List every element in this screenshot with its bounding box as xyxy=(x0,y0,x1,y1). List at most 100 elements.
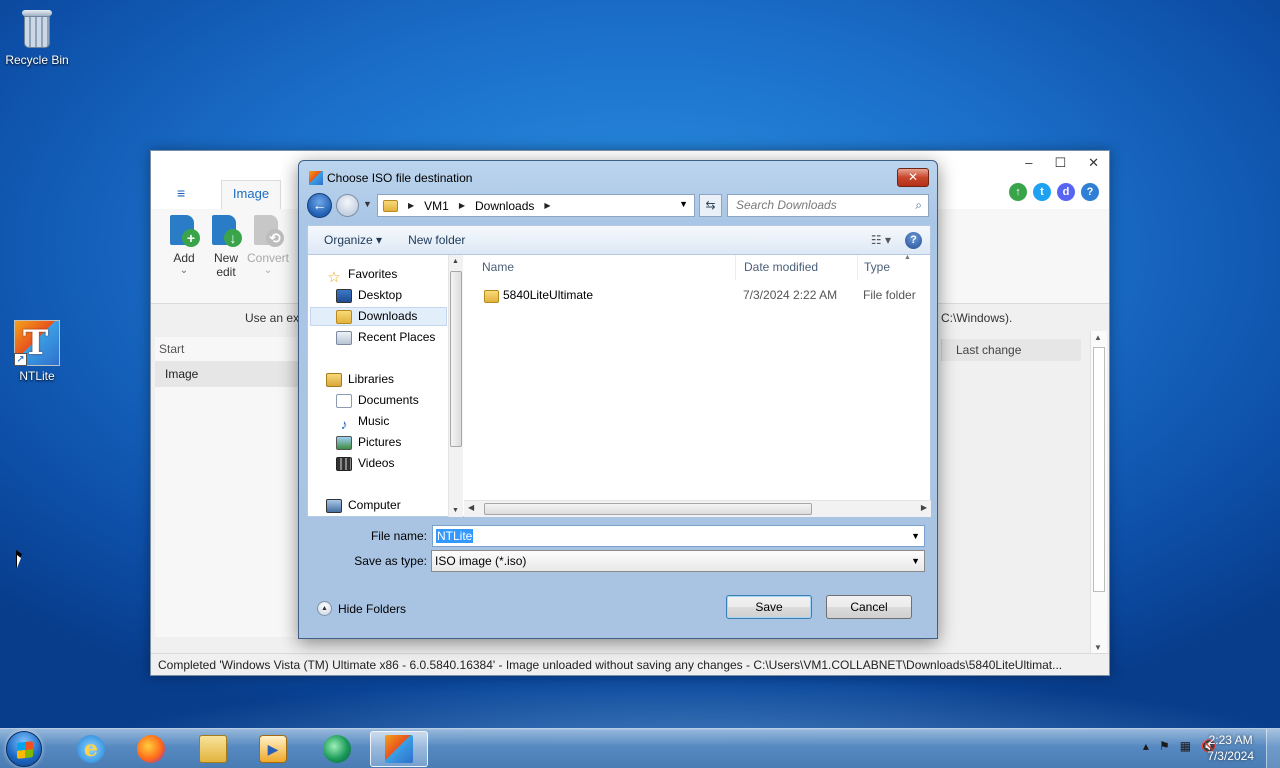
taskbar-app-firefox[interactable] xyxy=(122,731,180,767)
nav-computer[interactable]: Computer xyxy=(326,496,401,515)
forward-button[interactable] xyxy=(336,194,359,217)
favorites-star-icon: ☆ xyxy=(327,268,341,286)
nav-documents[interactable]: Documents xyxy=(336,391,419,410)
taskbar-app-internet-explorer[interactable]: e xyxy=(62,731,120,767)
ntlite-label: NTLite xyxy=(19,369,55,383)
new-folder-button[interactable]: New folder xyxy=(392,233,475,247)
dialog-titlebar: Choose ISO file destination xyxy=(309,171,472,185)
column-last-change[interactable]: Last change xyxy=(941,339,1081,361)
cancel-button[interactable]: Cancel xyxy=(826,595,912,619)
column-date-modified[interactable]: Date modified xyxy=(738,255,858,280)
desktop-icon-recycle-bin[interactable]: Recycle Bin xyxy=(0,6,74,67)
taskbar-app-disk-utility[interactable] xyxy=(308,731,366,767)
network-icon[interactable]: ▦ xyxy=(1180,739,1191,753)
nav-pictures[interactable]: Pictures xyxy=(336,433,401,452)
nav-libraries[interactable]: Libraries xyxy=(326,370,394,389)
scroll-up-icon[interactable]: ▲ xyxy=(1094,333,1102,342)
add-button[interactable]: + Add ⌄ xyxy=(161,215,207,276)
address-dropdown-icon[interactable]: ▼ xyxy=(679,199,688,209)
search-box[interactable]: Search Downloads ⌕ xyxy=(727,194,929,217)
save-as-type-select[interactable]: ISO image (*.iso) ▼ xyxy=(431,550,925,572)
recent-pages-dropdown-icon[interactable]: ▼ xyxy=(363,199,372,209)
show-desktop-button[interactable] xyxy=(1266,729,1280,768)
file-row[interactable]: 5840LiteUltimate 7/3/2024 2:22 AM File f… xyxy=(474,286,924,308)
action-center-flag-icon[interactable]: ⚑ xyxy=(1159,739,1170,753)
hide-folders-button[interactable]: ▲ Hide Folders xyxy=(317,601,406,616)
system-tray: ▴ ⚑ ▦ 🔇 xyxy=(1143,739,1216,753)
file-name-value[interactable]: NTLite xyxy=(436,529,474,543)
scroll-down-icon[interactable]: ▼ xyxy=(1094,643,1102,652)
file-browser: ☆ Favorites Desktop Downloads Recent Plac… xyxy=(307,254,931,517)
nav-downloads[interactable]: Downloads xyxy=(310,307,447,326)
convert-button[interactable]: ⟲ Convert ⌄ xyxy=(245,215,291,276)
ntlite-app-icon xyxy=(309,171,323,185)
scroll-right-icon[interactable]: ▶ xyxy=(921,503,927,512)
new-edit-button[interactable]: ↓ New edit xyxy=(203,215,249,279)
chevron-right-icon[interactable]: ▶ xyxy=(459,201,465,210)
maximize-button[interactable]: ☐ xyxy=(1054,155,1066,171)
nav-videos[interactable]: Videos xyxy=(336,454,394,473)
nav-music[interactable]: ♪ Music xyxy=(336,412,390,432)
scroll-down-icon[interactable]: ▼ xyxy=(452,507,459,514)
breadcrumb-downloads[interactable]: Downloads xyxy=(475,199,534,213)
scroll-left-icon[interactable]: ◀ xyxy=(468,503,474,512)
update-arrow-icon[interactable]: ↑ xyxy=(1009,183,1027,201)
twitter-icon[interactable]: t xyxy=(1033,183,1051,201)
media-player-icon: ▶ xyxy=(259,735,287,763)
nav-recent-places[interactable]: Recent Places xyxy=(336,328,435,347)
chevron-right-icon[interactable]: ▶ xyxy=(544,201,550,210)
back-button[interactable]: ← xyxy=(307,193,332,218)
file-name-field[interactable]: NTLite ▼ xyxy=(432,525,925,547)
file-date: 7/3/2024 2:22 AM xyxy=(743,288,838,302)
change-view-icon[interactable]: ☷ ▾ xyxy=(871,233,891,247)
search-input[interactable]: Search Downloads xyxy=(736,198,837,212)
new-edit-icon: ↓ xyxy=(210,215,242,247)
taskbar-app-file-explorer[interactable] xyxy=(184,731,242,767)
column-name[interactable]: Name xyxy=(476,255,736,280)
new-edit-label: New edit xyxy=(213,251,238,279)
navigation-scroll-thumb[interactable] xyxy=(450,271,462,447)
add-image-icon: + xyxy=(168,215,200,247)
address-bar[interactable]: ▶ VM1 ▶ Downloads ▶ ▼ xyxy=(377,194,695,217)
folder-icon xyxy=(484,290,499,303)
nav-favorites[interactable]: ☆ Favorites xyxy=(326,265,397,286)
breadcrumb-vm1[interactable]: VM1 xyxy=(424,199,449,213)
scrollbar-thumb[interactable] xyxy=(1093,347,1105,592)
discord-icon[interactable]: d xyxy=(1057,183,1075,201)
search-icon[interactable]: ⌕ xyxy=(915,195,922,216)
help-icon[interactable]: ? xyxy=(905,231,922,249)
save-button[interactable]: Save xyxy=(726,595,812,619)
scroll-up-icon[interactable]: ▲ xyxy=(452,258,459,265)
refresh-button[interactable]: ⇆ xyxy=(699,194,722,217)
start-pane: Start Image xyxy=(155,337,301,637)
chevron-down-icon[interactable]: ▼ xyxy=(911,551,920,571)
organize-button[interactable]: Organize ▾ xyxy=(308,233,392,247)
horizontal-scroll-thumb[interactable] xyxy=(484,503,812,515)
taskbar-app-media-player[interactable]: ▶ xyxy=(244,731,302,767)
nav-desktop[interactable]: Desktop xyxy=(336,286,402,305)
desktop-icon-ntlite[interactable]: ↗ NTLite xyxy=(0,320,74,383)
file-name-dropdown-icon[interactable]: ▼ xyxy=(911,526,920,546)
add-dropdown-icon[interactable]: ⌄ xyxy=(161,265,207,276)
convert-dropdown-icon[interactable]: ⌄ xyxy=(245,265,291,276)
main-scrollbar[interactable]: ▲ ▼ xyxy=(1090,331,1107,654)
downloads-folder-icon xyxy=(336,309,352,324)
hamburger-menu-icon[interactable]: ≡ xyxy=(177,185,185,201)
minimize-button[interactable]: – xyxy=(1025,155,1032,171)
start-pane-item-image[interactable]: Image xyxy=(155,361,301,387)
dialog-close-button[interactable]: ✕ xyxy=(897,168,929,187)
start-button[interactable] xyxy=(6,731,42,767)
nav-music-label: Music xyxy=(358,414,390,428)
horizontal-scrollbar[interactable]: ◀ ▶ xyxy=(464,500,931,517)
taskbar-app-ntlite[interactable] xyxy=(370,731,428,767)
close-button[interactable]: ✕ xyxy=(1088,155,1099,171)
help-icon[interactable]: ? xyxy=(1081,183,1099,201)
convert-label: Convert xyxy=(246,251,290,265)
column-type[interactable]: Type xyxy=(858,255,931,280)
show-hidden-icons-button[interactable]: ▴ xyxy=(1143,739,1149,753)
clock[interactable]: 2:23 AM 7/3/2024 xyxy=(1207,732,1254,764)
navigation-scrollbar[interactable]: ▲ ▼ xyxy=(448,255,463,517)
chevron-right-icon[interactable]: ▶ xyxy=(408,201,414,210)
tab-image[interactable]: Image xyxy=(221,180,281,209)
file-type: File folder xyxy=(863,288,916,302)
